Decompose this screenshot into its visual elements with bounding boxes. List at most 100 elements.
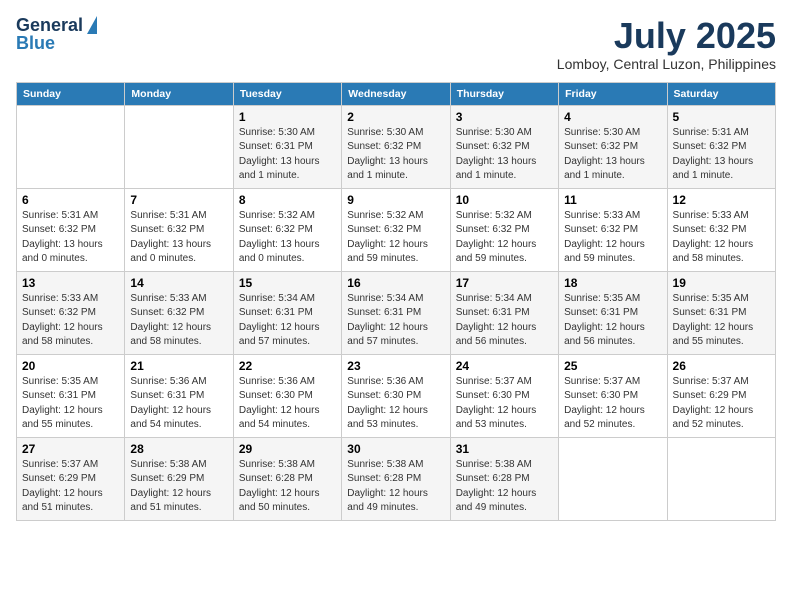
day-number: 24 (456, 359, 553, 373)
day-info: Sunrise: 5:37 AMSunset: 6:30 PMDaylight:… (456, 375, 553, 433)
day-info: Sunrise: 5:32 AMSunset: 6:32 PMDaylight:… (347, 209, 444, 267)
calendar-week-row: 27 Sunrise: 5:37 AMSunset: 6:29 PMDaylig… (17, 437, 776, 520)
day-info: Sunrise: 5:33 AMSunset: 6:32 PMDaylight:… (22, 292, 119, 350)
day-info: Sunrise: 5:38 AMSunset: 6:29 PMDaylight:… (130, 458, 227, 516)
day-info: Sunrise: 5:37 AMSunset: 6:30 PMDaylight:… (564, 375, 661, 433)
day-info: Sunrise: 5:33 AMSunset: 6:32 PMDaylight:… (673, 209, 770, 267)
calendar-cell: 13 Sunrise: 5:33 AMSunset: 6:32 PMDaylig… (17, 271, 125, 354)
calendar-cell: 14 Sunrise: 5:33 AMSunset: 6:32 PMDaylig… (125, 271, 233, 354)
day-number: 6 (22, 193, 119, 207)
calendar-table: SundayMondayTuesdayWednesdayThursdayFrid… (16, 82, 776, 521)
calendar-cell (17, 105, 125, 188)
day-number: 31 (456, 442, 553, 456)
day-info: Sunrise: 5:34 AMSunset: 6:31 PMDaylight:… (347, 292, 444, 350)
day-number: 9 (347, 193, 444, 207)
calendar-cell: 30 Sunrise: 5:38 AMSunset: 6:28 PMDaylig… (342, 437, 450, 520)
day-number: 18 (564, 276, 661, 290)
calendar-cell: 21 Sunrise: 5:36 AMSunset: 6:31 PMDaylig… (125, 354, 233, 437)
logo-text-blue: Blue (16, 34, 55, 54)
calendar-cell: 16 Sunrise: 5:34 AMSunset: 6:31 PMDaylig… (342, 271, 450, 354)
day-info: Sunrise: 5:30 AMSunset: 6:32 PMDaylight:… (347, 126, 444, 184)
calendar-week-row: 6 Sunrise: 5:31 AMSunset: 6:32 PMDayligh… (17, 188, 776, 271)
day-number: 4 (564, 110, 661, 124)
day-info: Sunrise: 5:32 AMSunset: 6:32 PMDaylight:… (456, 209, 553, 267)
day-header-thursday: Thursday (450, 82, 558, 105)
day-number: 14 (130, 276, 227, 290)
day-number: 25 (564, 359, 661, 373)
day-info: Sunrise: 5:30 AMSunset: 6:32 PMDaylight:… (564, 126, 661, 184)
logo-text-general: General (16, 15, 83, 35)
day-header-sunday: Sunday (17, 82, 125, 105)
calendar-cell: 3 Sunrise: 5:30 AMSunset: 6:32 PMDayligh… (450, 105, 558, 188)
calendar-cell (559, 437, 667, 520)
calendar-cell: 9 Sunrise: 5:32 AMSunset: 6:32 PMDayligh… (342, 188, 450, 271)
day-number: 12 (673, 193, 770, 207)
day-number: 2 (347, 110, 444, 124)
title-block: July 2025 Lomboy, Central Luzon, Philipp… (557, 16, 776, 72)
page-header: General Blue July 2025 Lomboy, Central L… (16, 16, 776, 72)
calendar-cell: 18 Sunrise: 5:35 AMSunset: 6:31 PMDaylig… (559, 271, 667, 354)
day-info: Sunrise: 5:35 AMSunset: 6:31 PMDaylight:… (564, 292, 661, 350)
day-number: 22 (239, 359, 336, 373)
calendar-cell (125, 105, 233, 188)
calendar-cell: 27 Sunrise: 5:37 AMSunset: 6:29 PMDaylig… (17, 437, 125, 520)
day-info: Sunrise: 5:30 AMSunset: 6:32 PMDaylight:… (456, 126, 553, 184)
day-info: Sunrise: 5:36 AMSunset: 6:31 PMDaylight:… (130, 375, 227, 433)
calendar-cell: 26 Sunrise: 5:37 AMSunset: 6:29 PMDaylig… (667, 354, 775, 437)
calendar-cell: 29 Sunrise: 5:38 AMSunset: 6:28 PMDaylig… (233, 437, 341, 520)
calendar-cell: 12 Sunrise: 5:33 AMSunset: 6:32 PMDaylig… (667, 188, 775, 271)
day-number: 20 (22, 359, 119, 373)
day-info: Sunrise: 5:35 AMSunset: 6:31 PMDaylight:… (22, 375, 119, 433)
calendar-cell (667, 437, 775, 520)
day-info: Sunrise: 5:37 AMSunset: 6:29 PMDaylight:… (673, 375, 770, 433)
calendar-week-row: 20 Sunrise: 5:35 AMSunset: 6:31 PMDaylig… (17, 354, 776, 437)
day-info: Sunrise: 5:38 AMSunset: 6:28 PMDaylight:… (347, 458, 444, 516)
day-number: 21 (130, 359, 227, 373)
day-info: Sunrise: 5:30 AMSunset: 6:31 PMDaylight:… (239, 126, 336, 184)
calendar-cell: 23 Sunrise: 5:36 AMSunset: 6:30 PMDaylig… (342, 354, 450, 437)
day-number: 7 (130, 193, 227, 207)
day-info: Sunrise: 5:34 AMSunset: 6:31 PMDaylight:… (456, 292, 553, 350)
calendar-cell: 15 Sunrise: 5:34 AMSunset: 6:31 PMDaylig… (233, 271, 341, 354)
calendar-cell: 22 Sunrise: 5:36 AMSunset: 6:30 PMDaylig… (233, 354, 341, 437)
calendar-cell: 24 Sunrise: 5:37 AMSunset: 6:30 PMDaylig… (450, 354, 558, 437)
day-number: 27 (22, 442, 119, 456)
day-info: Sunrise: 5:35 AMSunset: 6:31 PMDaylight:… (673, 292, 770, 350)
day-number: 16 (347, 276, 444, 290)
calendar-cell: 5 Sunrise: 5:31 AMSunset: 6:32 PMDayligh… (667, 105, 775, 188)
day-info: Sunrise: 5:34 AMSunset: 6:31 PMDaylight:… (239, 292, 336, 350)
calendar-header-row: SundayMondayTuesdayWednesdayThursdayFrid… (17, 82, 776, 105)
calendar-cell: 17 Sunrise: 5:34 AMSunset: 6:31 PMDaylig… (450, 271, 558, 354)
day-header-saturday: Saturday (667, 82, 775, 105)
day-info: Sunrise: 5:33 AMSunset: 6:32 PMDaylight:… (564, 209, 661, 267)
day-number: 3 (456, 110, 553, 124)
day-number: 19 (673, 276, 770, 290)
calendar-cell: 4 Sunrise: 5:30 AMSunset: 6:32 PMDayligh… (559, 105, 667, 188)
day-info: Sunrise: 5:37 AMSunset: 6:29 PMDaylight:… (22, 458, 119, 516)
day-info: Sunrise: 5:38 AMSunset: 6:28 PMDaylight:… (239, 458, 336, 516)
month-title: July 2025 (557, 16, 776, 56)
day-number: 28 (130, 442, 227, 456)
day-info: Sunrise: 5:36 AMSunset: 6:30 PMDaylight:… (347, 375, 444, 433)
calendar-cell: 19 Sunrise: 5:35 AMSunset: 6:31 PMDaylig… (667, 271, 775, 354)
day-number: 5 (673, 110, 770, 124)
calendar-cell: 20 Sunrise: 5:35 AMSunset: 6:31 PMDaylig… (17, 354, 125, 437)
day-number: 15 (239, 276, 336, 290)
day-number: 11 (564, 193, 661, 207)
day-info: Sunrise: 5:32 AMSunset: 6:32 PMDaylight:… (239, 209, 336, 267)
calendar-cell: 6 Sunrise: 5:31 AMSunset: 6:32 PMDayligh… (17, 188, 125, 271)
day-number: 8 (239, 193, 336, 207)
location-title: Lomboy, Central Luzon, Philippines (557, 56, 776, 72)
day-number: 10 (456, 193, 553, 207)
calendar-cell: 28 Sunrise: 5:38 AMSunset: 6:29 PMDaylig… (125, 437, 233, 520)
day-info: Sunrise: 5:33 AMSunset: 6:32 PMDaylight:… (130, 292, 227, 350)
calendar-cell: 1 Sunrise: 5:30 AMSunset: 6:31 PMDayligh… (233, 105, 341, 188)
calendar-cell: 10 Sunrise: 5:32 AMSunset: 6:32 PMDaylig… (450, 188, 558, 271)
day-info: Sunrise: 5:31 AMSunset: 6:32 PMDaylight:… (22, 209, 119, 267)
calendar-cell: 7 Sunrise: 5:31 AMSunset: 6:32 PMDayligh… (125, 188, 233, 271)
day-header-wednesday: Wednesday (342, 82, 450, 105)
calendar-cell: 31 Sunrise: 5:38 AMSunset: 6:28 PMDaylig… (450, 437, 558, 520)
calendar-cell: 25 Sunrise: 5:37 AMSunset: 6:30 PMDaylig… (559, 354, 667, 437)
day-header-monday: Monday (125, 82, 233, 105)
day-info: Sunrise: 5:36 AMSunset: 6:30 PMDaylight:… (239, 375, 336, 433)
